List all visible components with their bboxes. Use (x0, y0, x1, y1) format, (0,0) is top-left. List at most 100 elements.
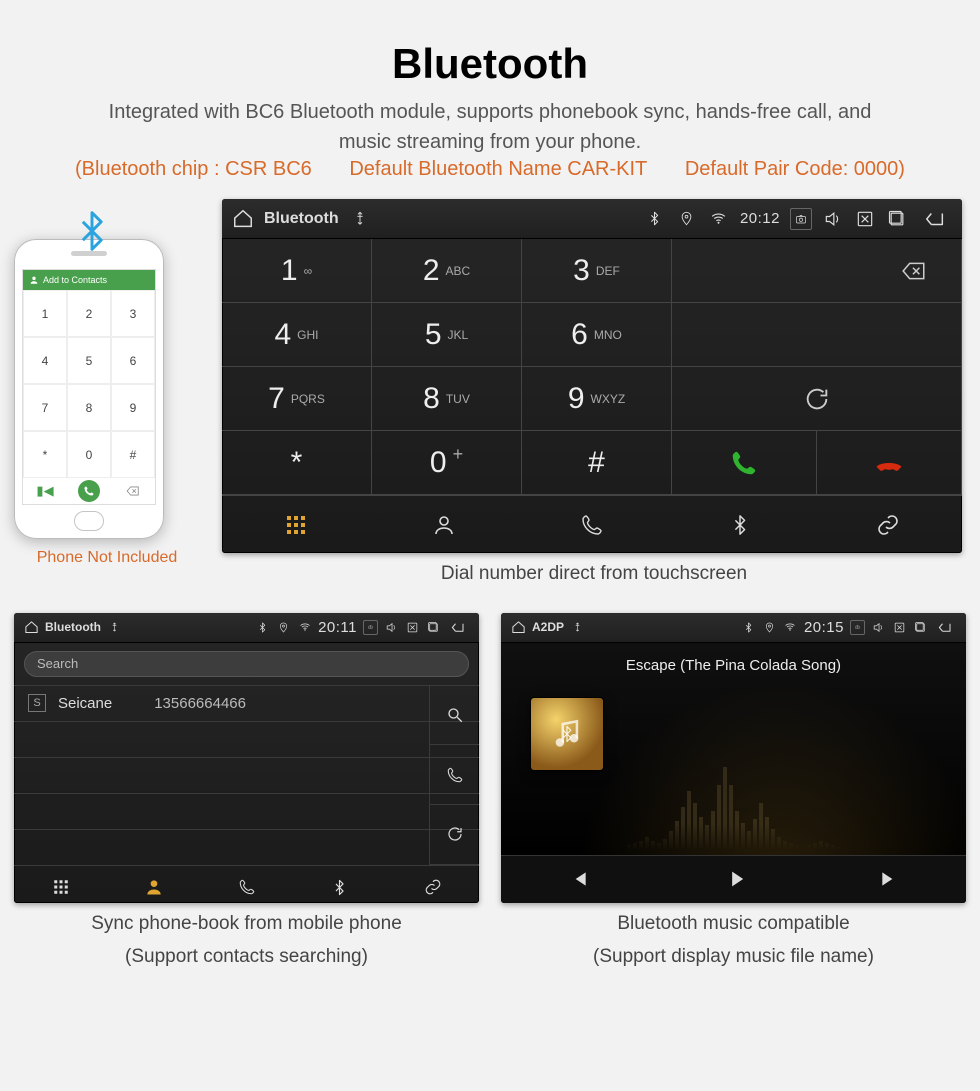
recents-icon[interactable] (886, 208, 908, 230)
nav-pair[interactable] (814, 496, 962, 553)
pkey[interactable]: 9 (111, 384, 155, 431)
back-icon[interactable] (447, 620, 469, 635)
search-input[interactable]: Search (24, 651, 469, 677)
wifi-icon (783, 620, 798, 635)
backspace-button[interactable] (672, 239, 962, 303)
key-2[interactable]: 2ABC (372, 239, 522, 303)
close-icon[interactable] (892, 620, 907, 635)
call-button[interactable] (672, 431, 817, 495)
pkey[interactable]: # (111, 431, 155, 478)
list-item (14, 794, 479, 830)
pkey[interactable]: 3 (111, 290, 155, 337)
nav-dialpad[interactable] (14, 866, 107, 903)
play-button[interactable] (723, 868, 745, 890)
dialpad: 1∞ 2ABC 3DEF 4GHI 5JKL 6MNO 7PQRS 8TUV 9… (222, 239, 962, 495)
bluetooth-status-icon (741, 620, 756, 635)
key-0[interactable]: 0+ (372, 431, 522, 495)
nav-pair[interactable] (386, 866, 479, 903)
phone-not-included: Phone Not Included (14, 547, 200, 569)
list-item (14, 758, 479, 794)
screenshot-icon[interactable] (850, 620, 865, 635)
redial-button[interactable] (672, 367, 962, 431)
wifi-icon (708, 208, 730, 230)
next-button[interactable] (878, 868, 900, 890)
pkey[interactable]: 5 (67, 337, 111, 384)
spec-bt-name: Default Bluetooth Name CAR-KIT (349, 158, 647, 180)
pkey[interactable]: 4 (23, 337, 67, 384)
phone-keypad: 1 2 3 4 5 6 7 8 9 * 0 # (23, 290, 155, 478)
nav-contacts[interactable] (107, 866, 200, 903)
player-controls (501, 855, 966, 903)
key-5[interactable]: 5JKL (372, 303, 522, 367)
pkey[interactable]: * (23, 431, 67, 478)
nav-call-log[interactable] (518, 496, 666, 553)
dialer-caption: Dial number direct from touchscreen (222, 561, 966, 587)
volume-icon[interactable] (384, 620, 399, 635)
nav-dialpad[interactable] (222, 496, 370, 553)
hangup-button[interactable] (817, 431, 962, 495)
usb-icon (570, 620, 585, 635)
pkey[interactable]: 1 (23, 290, 67, 337)
key-9[interactable]: 9WXYZ (522, 367, 672, 431)
contact-number: 13566664466 (154, 695, 246, 712)
volume-icon[interactable] (871, 620, 886, 635)
home-icon[interactable] (232, 208, 254, 230)
side-call[interactable] (429, 745, 479, 805)
key-hash[interactable]: # (522, 431, 672, 495)
pkey[interactable]: 7 (23, 384, 67, 431)
key-star[interactable]: * (222, 431, 372, 495)
bluetooth-status-icon (255, 620, 270, 635)
recents-icon[interactable] (913, 620, 928, 635)
side-search[interactable] (429, 686, 479, 746)
nav-call-log[interactable] (200, 866, 293, 903)
bottom-nav (14, 865, 479, 903)
key-8[interactable]: 8TUV (372, 367, 522, 431)
back-icon[interactable] (918, 208, 952, 230)
home-icon[interactable] (511, 620, 526, 635)
statusbar: A2DP 20:15 (501, 613, 966, 643)
pkey[interactable]: 2 (67, 290, 111, 337)
key-3[interactable]: 3DEF (522, 239, 672, 303)
lead-line-2: music streaming from your phone. (14, 128, 966, 156)
close-icon[interactable] (405, 620, 420, 635)
contact-row[interactable]: S Seicane 13566664466 (14, 686, 479, 722)
home-icon[interactable] (24, 620, 39, 635)
recents-icon[interactable] (426, 620, 441, 635)
key-6[interactable]: 6MNO (522, 303, 672, 367)
spec-chip: (Bluetooth chip : CSR BC6 (75, 158, 312, 180)
nav-bluetooth[interactable] (293, 866, 386, 903)
nav-bluetooth[interactable] (666, 496, 814, 553)
clock: 20:11 (318, 619, 357, 636)
usb-icon (349, 208, 371, 230)
headunit-player: A2DP 20:15 Escape (The Pina Colada Song) (501, 613, 966, 903)
headunit-phonebook: Bluetooth 20:11 Search S Seicane 1356666… (14, 613, 479, 903)
key-7[interactable]: 7PQRS (222, 367, 372, 431)
phonebook-caption-1: Sync phone-book from mobile phone (14, 911, 479, 937)
screenshot-icon[interactable] (790, 208, 812, 230)
nav-contacts[interactable] (370, 496, 518, 553)
back-icon[interactable] (934, 620, 956, 635)
phone-backspace[interactable] (111, 478, 155, 504)
list-item (14, 830, 479, 866)
close-icon[interactable] (854, 208, 876, 230)
statusbar: Bluetooth 20:12 (222, 199, 962, 239)
lead-line-1: Integrated with BC6 Bluetooth module, su… (14, 98, 966, 126)
side-refresh[interactable] (429, 805, 479, 865)
pkey[interactable]: 0 (67, 431, 111, 478)
phone-call-button[interactable] (67, 478, 111, 504)
pkey[interactable]: 8 (67, 384, 111, 431)
bluetooth-signal-icon (70, 209, 128, 267)
prev-button[interactable] (568, 868, 590, 890)
phone-add-contacts-label: Add to Contacts (43, 275, 107, 285)
phone-add-contacts-bar: Add to Contacts (23, 270, 155, 290)
phonebook-caption-2: (Support contacts searching) (14, 944, 479, 970)
bluetooth-status-icon (644, 208, 666, 230)
key-1[interactable]: 1∞ (222, 239, 372, 303)
key-4[interactable]: 4GHI (222, 303, 372, 367)
phone-video-icon[interactable]: ▮◀ (23, 478, 67, 504)
screenshot-icon[interactable] (363, 620, 378, 635)
volume-icon[interactable] (822, 208, 844, 230)
player-caption-1: Bluetooth music compatible (501, 911, 966, 937)
spec-pair-code: Default Pair Code: 0000) (685, 158, 905, 180)
pkey[interactable]: 6 (111, 337, 155, 384)
